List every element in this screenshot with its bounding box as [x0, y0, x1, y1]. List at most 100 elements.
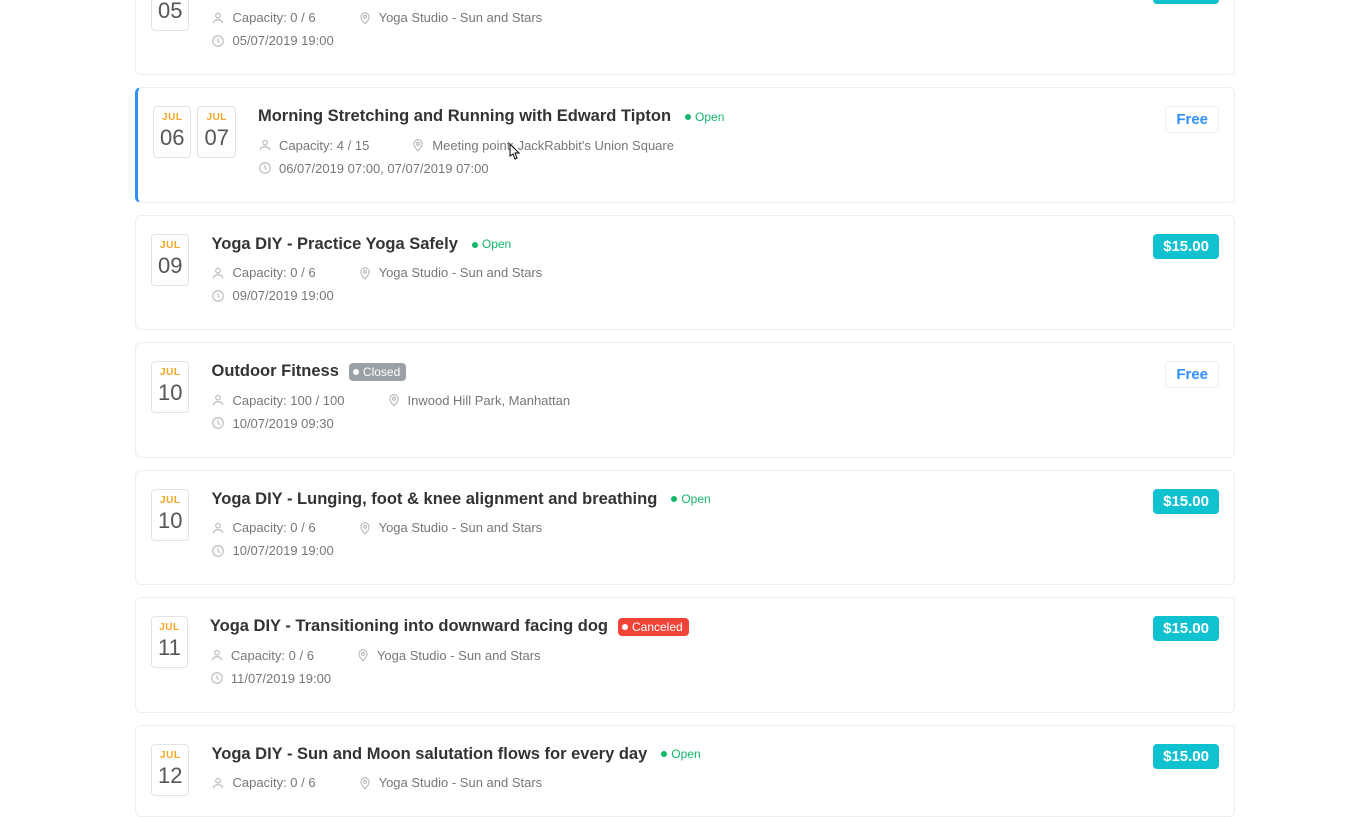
status-label: Canceled — [632, 619, 683, 636]
map-pin-icon — [358, 11, 372, 25]
location-text: Yoga Studio - Sun and Stars — [379, 265, 543, 280]
date-badge: JUL 11 — [151, 616, 188, 668]
date-badge: JUL12 — [151, 744, 189, 796]
event-card[interactable]: JUL10 Yoga DIY - Lunging, foot & knee ali… — [135, 470, 1235, 585]
event-title[interactable]: Yoga DIY - Lunging, foot & knee alignmen… — [211, 489, 657, 510]
location: Yoga Studio - Sun and Stars — [358, 265, 543, 280]
meta-row: 10/07/2019 09:30 — [211, 416, 1145, 431]
capacity: Capacity: 0 / 6 — [210, 648, 314, 663]
event-card[interactable]: JUL10 Outdoor Fitness Closed Capacity: 100 … — [135, 342, 1235, 457]
capacity-text: Capacity: 0 / 6 — [232, 265, 315, 280]
price: $15.00 — [1153, 744, 1219, 769]
person-icon — [258, 138, 272, 152]
event-card[interactable]: JUL09Yoga DIY - Practice Yoga SafelyOpen… — [135, 215, 1235, 330]
date-day: 09 — [158, 255, 182, 277]
date-day: 10 — [158, 510, 182, 532]
meta-row: Capacity: 0 / 6 Yoga Studio - Sun and Sta… — [211, 265, 1133, 280]
event-title-row: Yoga DIY - Sun and Moon salutation flows… — [211, 744, 1133, 765]
datetime: 10/07/2019 09:30 — [211, 416, 333, 431]
event-body: Yoga DIY - Lunging, foot & knee alignmen… — [211, 489, 1133, 566]
datetime: 09/07/2019 19:00 — [211, 288, 333, 303]
price: Free — [1165, 361, 1219, 388]
datetime: 05/07/2019 19:00 — [211, 33, 333, 48]
map-pin-icon — [356, 648, 370, 662]
location-text: Yoga Studio - Sun and Stars — [379, 775, 543, 790]
date-day: 07 — [204, 127, 228, 149]
status-dot-icon — [661, 751, 667, 757]
event-title[interactable]: Outdoor Fitness — [211, 361, 338, 382]
date-day: 11 — [158, 637, 181, 659]
location: Yoga Studio - Sun and Stars — [358, 520, 543, 535]
event-body: Yoga DIY - Transitioning into downward f… — [210, 616, 1133, 693]
event-title[interactable]: Morning Stretching and Running with Edwa… — [258, 106, 671, 127]
event-card[interactable]: JUL 11 Yoga DIY - Transitioning into downw… — [135, 597, 1235, 712]
meta-row: 06/07/2019 07:00, 07/07/2019 07:00 — [258, 161, 1145, 176]
clock-icon — [258, 161, 272, 175]
status-dot-icon — [685, 114, 691, 120]
date-badge: JUL06 — [153, 106, 191, 158]
date-day: 06 — [160, 127, 184, 149]
price-badge: Free — [1165, 361, 1219, 388]
clock-icon — [210, 671, 224, 685]
datetime-text: 05/07/2019 19:00 — [232, 33, 333, 48]
location: Meeting point: JackRabbit's Union Square — [411, 138, 674, 153]
date-badge-group: JUL10 — [151, 361, 189, 413]
clock-icon — [211, 544, 225, 558]
location: Yoga Studio - Sun and Stars — [358, 10, 543, 25]
date-month: JUL — [158, 368, 182, 378]
status-badge-open: Open — [667, 490, 716, 509]
datetime: 10/07/2019 19:00 — [211, 543, 333, 558]
status-dot-icon — [353, 369, 359, 375]
event-title-row: Outdoor Fitness Closed — [211, 361, 1145, 382]
event-card[interactable]: JUL05Yoga DIY - Sun and Moon salutation … — [135, 0, 1235, 75]
location: Inwood Hill Park, Manhattan — [387, 393, 571, 408]
event-body: Yoga DIY - Sun and Moon salutation flows… — [211, 0, 1133, 56]
location-text: Inwood Hill Park, Manhattan — [408, 393, 571, 408]
date-day: 05 — [158, 0, 182, 22]
meta-row: 05/07/2019 19:00 — [211, 33, 1133, 48]
status-label: Closed — [363, 364, 400, 381]
meta-row: Capacity: 0 / 6Yoga Studio - Sun and Sta… — [211, 775, 1133, 790]
status-badge-open: Open — [657, 745, 706, 764]
event-card[interactable]: JUL06JUL07 Morning Stretching and Running… — [135, 87, 1235, 202]
clock-icon — [211, 289, 225, 303]
location-text: Meeting point: JackRabbit's Union Square — [432, 138, 674, 153]
map-pin-icon — [358, 776, 372, 790]
location-text: Yoga Studio - Sun and Stars — [379, 520, 543, 535]
event-title[interactable]: Yoga DIY - Transitioning into downward f… — [210, 616, 608, 637]
event-title[interactable]: Yoga DIY - Practice Yoga Safely — [211, 234, 457, 255]
map-pin-icon — [358, 266, 372, 280]
clock-icon — [211, 416, 225, 430]
person-icon — [210, 648, 224, 662]
datetime-text: 09/07/2019 19:00 — [232, 288, 333, 303]
event-card[interactable]: JUL12 Yoga DIY - Sun and Moon salutation … — [135, 725, 1235, 817]
person-icon — [211, 393, 225, 407]
datetime-text: 10/07/2019 09:30 — [232, 416, 333, 431]
status-badge-canceled: Canceled — [618, 618, 689, 637]
meta-row: Capacity: 100 / 100Inwood Hill Park, Man… — [211, 393, 1145, 408]
meta-row: 09/07/2019 19:00 — [211, 288, 1133, 303]
date-badge: JUL07 — [197, 106, 235, 158]
status-label: Open — [681, 491, 710, 508]
date-badge-group: JUL09 — [151, 234, 189, 286]
event-list: JUL 05 Yoga DIY - Sun and Moon salutation … — [135, 0, 1235, 817]
price: $15.00 — [1153, 616, 1219, 641]
event-title[interactable]: Yoga DIY - Sun and Moon salutation flows… — [211, 744, 647, 765]
date-month: JUL — [158, 623, 181, 633]
location: Yoga Studio - Sun and Stars — [358, 775, 543, 790]
person-icon — [211, 11, 225, 25]
person-icon — [211, 776, 225, 790]
clock-icon — [211, 34, 225, 48]
datetime-text: 06/07/2019 07:00, 07/07/2019 07:00 — [279, 161, 489, 176]
price: Free — [1165, 106, 1219, 133]
date-badge: JUL10 — [151, 489, 189, 541]
capacity: Capacity: 0 / 6 — [211, 10, 315, 25]
capacity-text: Capacity: 0 / 6 — [231, 648, 314, 663]
datetime: 06/07/2019 07:00, 07/07/2019 07:00 — [258, 161, 489, 176]
datetime-text: 11/07/2019 19:00 — [231, 671, 331, 686]
map-pin-icon — [358, 521, 372, 535]
status-dot-icon — [671, 496, 677, 502]
meta-row: Capacity: 0 / 6Yoga Studio - Sun and Sta… — [210, 648, 1133, 663]
meta-row: Capacity: 0 / 6Yoga Studio - Sun and Sta… — [211, 520, 1133, 535]
price-badge: $15.00 — [1153, 744, 1219, 769]
